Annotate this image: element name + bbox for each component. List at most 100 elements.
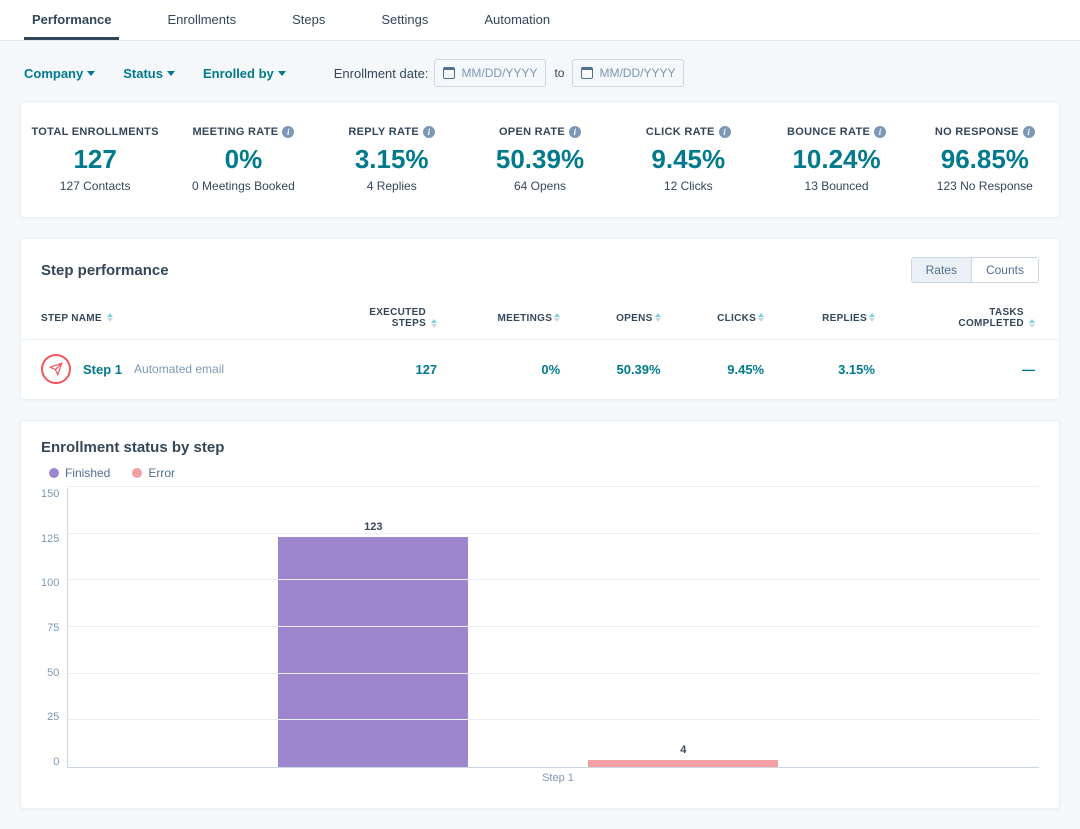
metric-label: TOTAL ENROLLMENTS xyxy=(21,126,169,138)
metrics-panel: TOTAL ENROLLMENTS 127 127 Contacts MEETING … xyxy=(20,101,1060,218)
sort-icon xyxy=(431,319,437,328)
metric-sub: 12 Clicks xyxy=(614,179,762,193)
filter-bar: Company Status Enrolled by Enrollment da… xyxy=(0,41,1080,101)
bar-error[interactable]: 4 xyxy=(588,760,778,767)
step-performance-table: STEP NAME EXECUTED STEPS MEETINGS OPENS … xyxy=(21,295,1059,399)
status-filter-label: Status xyxy=(123,66,163,81)
sort-icon xyxy=(869,313,875,322)
enrollment-date-from-placeholder: MM/DD/YYYY xyxy=(461,66,537,80)
sort-icon xyxy=(107,313,113,322)
tabs-bar: Performance Enrollments Steps Settings A… xyxy=(0,0,1080,41)
metric-card: BOUNCE RATEi10.24%13 Bounced xyxy=(762,126,910,193)
col-meetings[interactable]: MEETINGS xyxy=(498,313,553,324)
swatch-icon xyxy=(49,468,59,478)
metric-card: CLICK RATEi9.45%12 Clicks xyxy=(614,126,762,193)
date-range-separator: to xyxy=(552,66,566,80)
y-tick: 75 xyxy=(47,622,59,634)
info-icon[interactable]: i xyxy=(1023,126,1035,138)
col-executed-steps[interactable]: EXECUTED STEPS xyxy=(346,307,426,329)
sort-icon xyxy=(1029,319,1035,328)
metric-value: 3.15% xyxy=(318,144,466,175)
swatch-icon xyxy=(132,468,142,478)
metric-label: OPEN RATEi xyxy=(466,126,614,138)
info-icon[interactable]: i xyxy=(282,126,294,138)
step-1-replies: 3.15% xyxy=(782,340,893,399)
metric-value: 0% xyxy=(169,144,317,175)
tab-steps[interactable]: Steps xyxy=(284,0,333,40)
step-1-name: Step 1 xyxy=(83,362,122,377)
toggle-counts[interactable]: Counts xyxy=(971,258,1038,282)
metric-card: REPLY RATEi3.15%4 Replies xyxy=(318,126,466,193)
y-tick: 125 xyxy=(41,533,59,545)
col-opens[interactable]: OPENS xyxy=(616,313,653,324)
metric-value: 50.39% xyxy=(466,144,614,175)
metric-sub: 64 Opens xyxy=(466,179,614,193)
toggle-rates[interactable]: Rates xyxy=(912,258,971,282)
info-icon[interactable]: i xyxy=(719,126,731,138)
enrollment-date-to-placeholder: MM/DD/YYYY xyxy=(599,66,675,80)
metric-label: MEETING RATEi xyxy=(169,126,317,138)
company-filter-label: Company xyxy=(24,66,83,81)
step-performance-title: Step performance xyxy=(41,262,169,279)
col-tasks-completed[interactable]: TASKS COMPLETED xyxy=(944,307,1024,329)
enrollment-date-to[interactable]: MM/DD/YYYY xyxy=(572,59,684,87)
sort-icon xyxy=(554,313,560,322)
metric-value: 96.85% xyxy=(911,144,1059,175)
tab-settings[interactable]: Settings xyxy=(373,0,436,40)
sort-icon xyxy=(758,313,764,322)
company-filter[interactable]: Company xyxy=(24,66,95,81)
step-1-clicks: 9.45% xyxy=(679,340,783,399)
rates-counts-toggle: Rates Counts xyxy=(911,257,1039,283)
info-icon[interactable]: i xyxy=(874,126,886,138)
enrollment-date-from[interactable]: MM/DD/YYYY xyxy=(434,59,546,87)
metric-card: TOTAL ENROLLMENTS 127 127 Contacts xyxy=(21,126,169,193)
metric-sub: 123 No Response xyxy=(911,179,1059,193)
metric-card: OPEN RATEi 50.39% 64 Opens xyxy=(466,126,614,193)
tab-enrollments[interactable]: Enrollments xyxy=(159,0,244,40)
step-1-type: Automated email xyxy=(134,362,224,376)
metric-sub: 13 Bounced xyxy=(762,179,910,193)
enrolled-by-filter-label: Enrolled by xyxy=(203,66,274,81)
legend-error-label: Error xyxy=(148,466,175,480)
tab-automation[interactable]: Automation xyxy=(476,0,558,40)
bar-finished[interactable]: 123 xyxy=(278,537,468,767)
enrollment-chart: 1501251007550250 1234 xyxy=(41,488,1039,768)
metric-label: NO RESPONSEi xyxy=(911,126,1059,138)
metric-card: NO RESPONSEi 96.85% 123 No Response xyxy=(911,126,1059,193)
chevron-down-icon xyxy=(87,71,95,76)
enrollment-date-label: Enrollment date: xyxy=(334,66,429,81)
legend-finished[interactable]: Finished xyxy=(49,466,110,480)
legend-finished-label: Finished xyxy=(65,466,110,480)
step-1-executed: 127 xyxy=(297,340,455,399)
send-icon xyxy=(41,354,71,384)
chevron-down-icon xyxy=(278,71,286,76)
table-row[interactable]: Step 1 Automated email 127 0% 50.39% 9.4… xyxy=(21,340,1059,399)
calendar-icon xyxy=(581,67,593,79)
enrolled-by-filter[interactable]: Enrolled by xyxy=(203,66,286,81)
y-tick: 150 xyxy=(41,488,59,500)
y-tick: 100 xyxy=(41,577,59,589)
info-icon[interactable]: i xyxy=(423,126,435,138)
col-replies[interactable]: REPLIES xyxy=(822,313,867,324)
metric-value: 9.45% xyxy=(614,144,762,175)
legend-error[interactable]: Error xyxy=(132,466,175,480)
bar-value-label: 4 xyxy=(588,744,778,756)
col-clicks[interactable]: CLICKS xyxy=(717,313,756,324)
sort-icon xyxy=(655,313,661,322)
status-filter[interactable]: Status xyxy=(123,66,175,81)
x-axis-label: Step 1 xyxy=(77,768,1039,784)
y-tick: 50 xyxy=(47,667,59,679)
step-1-opens: 50.39% xyxy=(578,340,678,399)
enrollment-chart-section: Enrollment status by step Finished Error… xyxy=(20,420,1060,809)
metric-sub: 127 Contacts xyxy=(21,179,169,193)
calendar-icon xyxy=(443,67,455,79)
step-1-tasks: — xyxy=(893,340,1059,399)
metric-value: 127 xyxy=(21,144,169,175)
tab-performance[interactable]: Performance xyxy=(24,0,119,40)
col-step-name[interactable]: STEP NAME xyxy=(41,313,102,324)
step-performance-section: Step performance Rates Counts STEP NAME … xyxy=(20,238,1060,400)
metric-card: MEETING RATEi0%0 Meetings Booked xyxy=(169,126,317,193)
info-icon[interactable]: i xyxy=(569,126,581,138)
bar-value-label: 123 xyxy=(278,521,468,533)
enrollment-chart-title: Enrollment status by step xyxy=(41,439,1039,456)
